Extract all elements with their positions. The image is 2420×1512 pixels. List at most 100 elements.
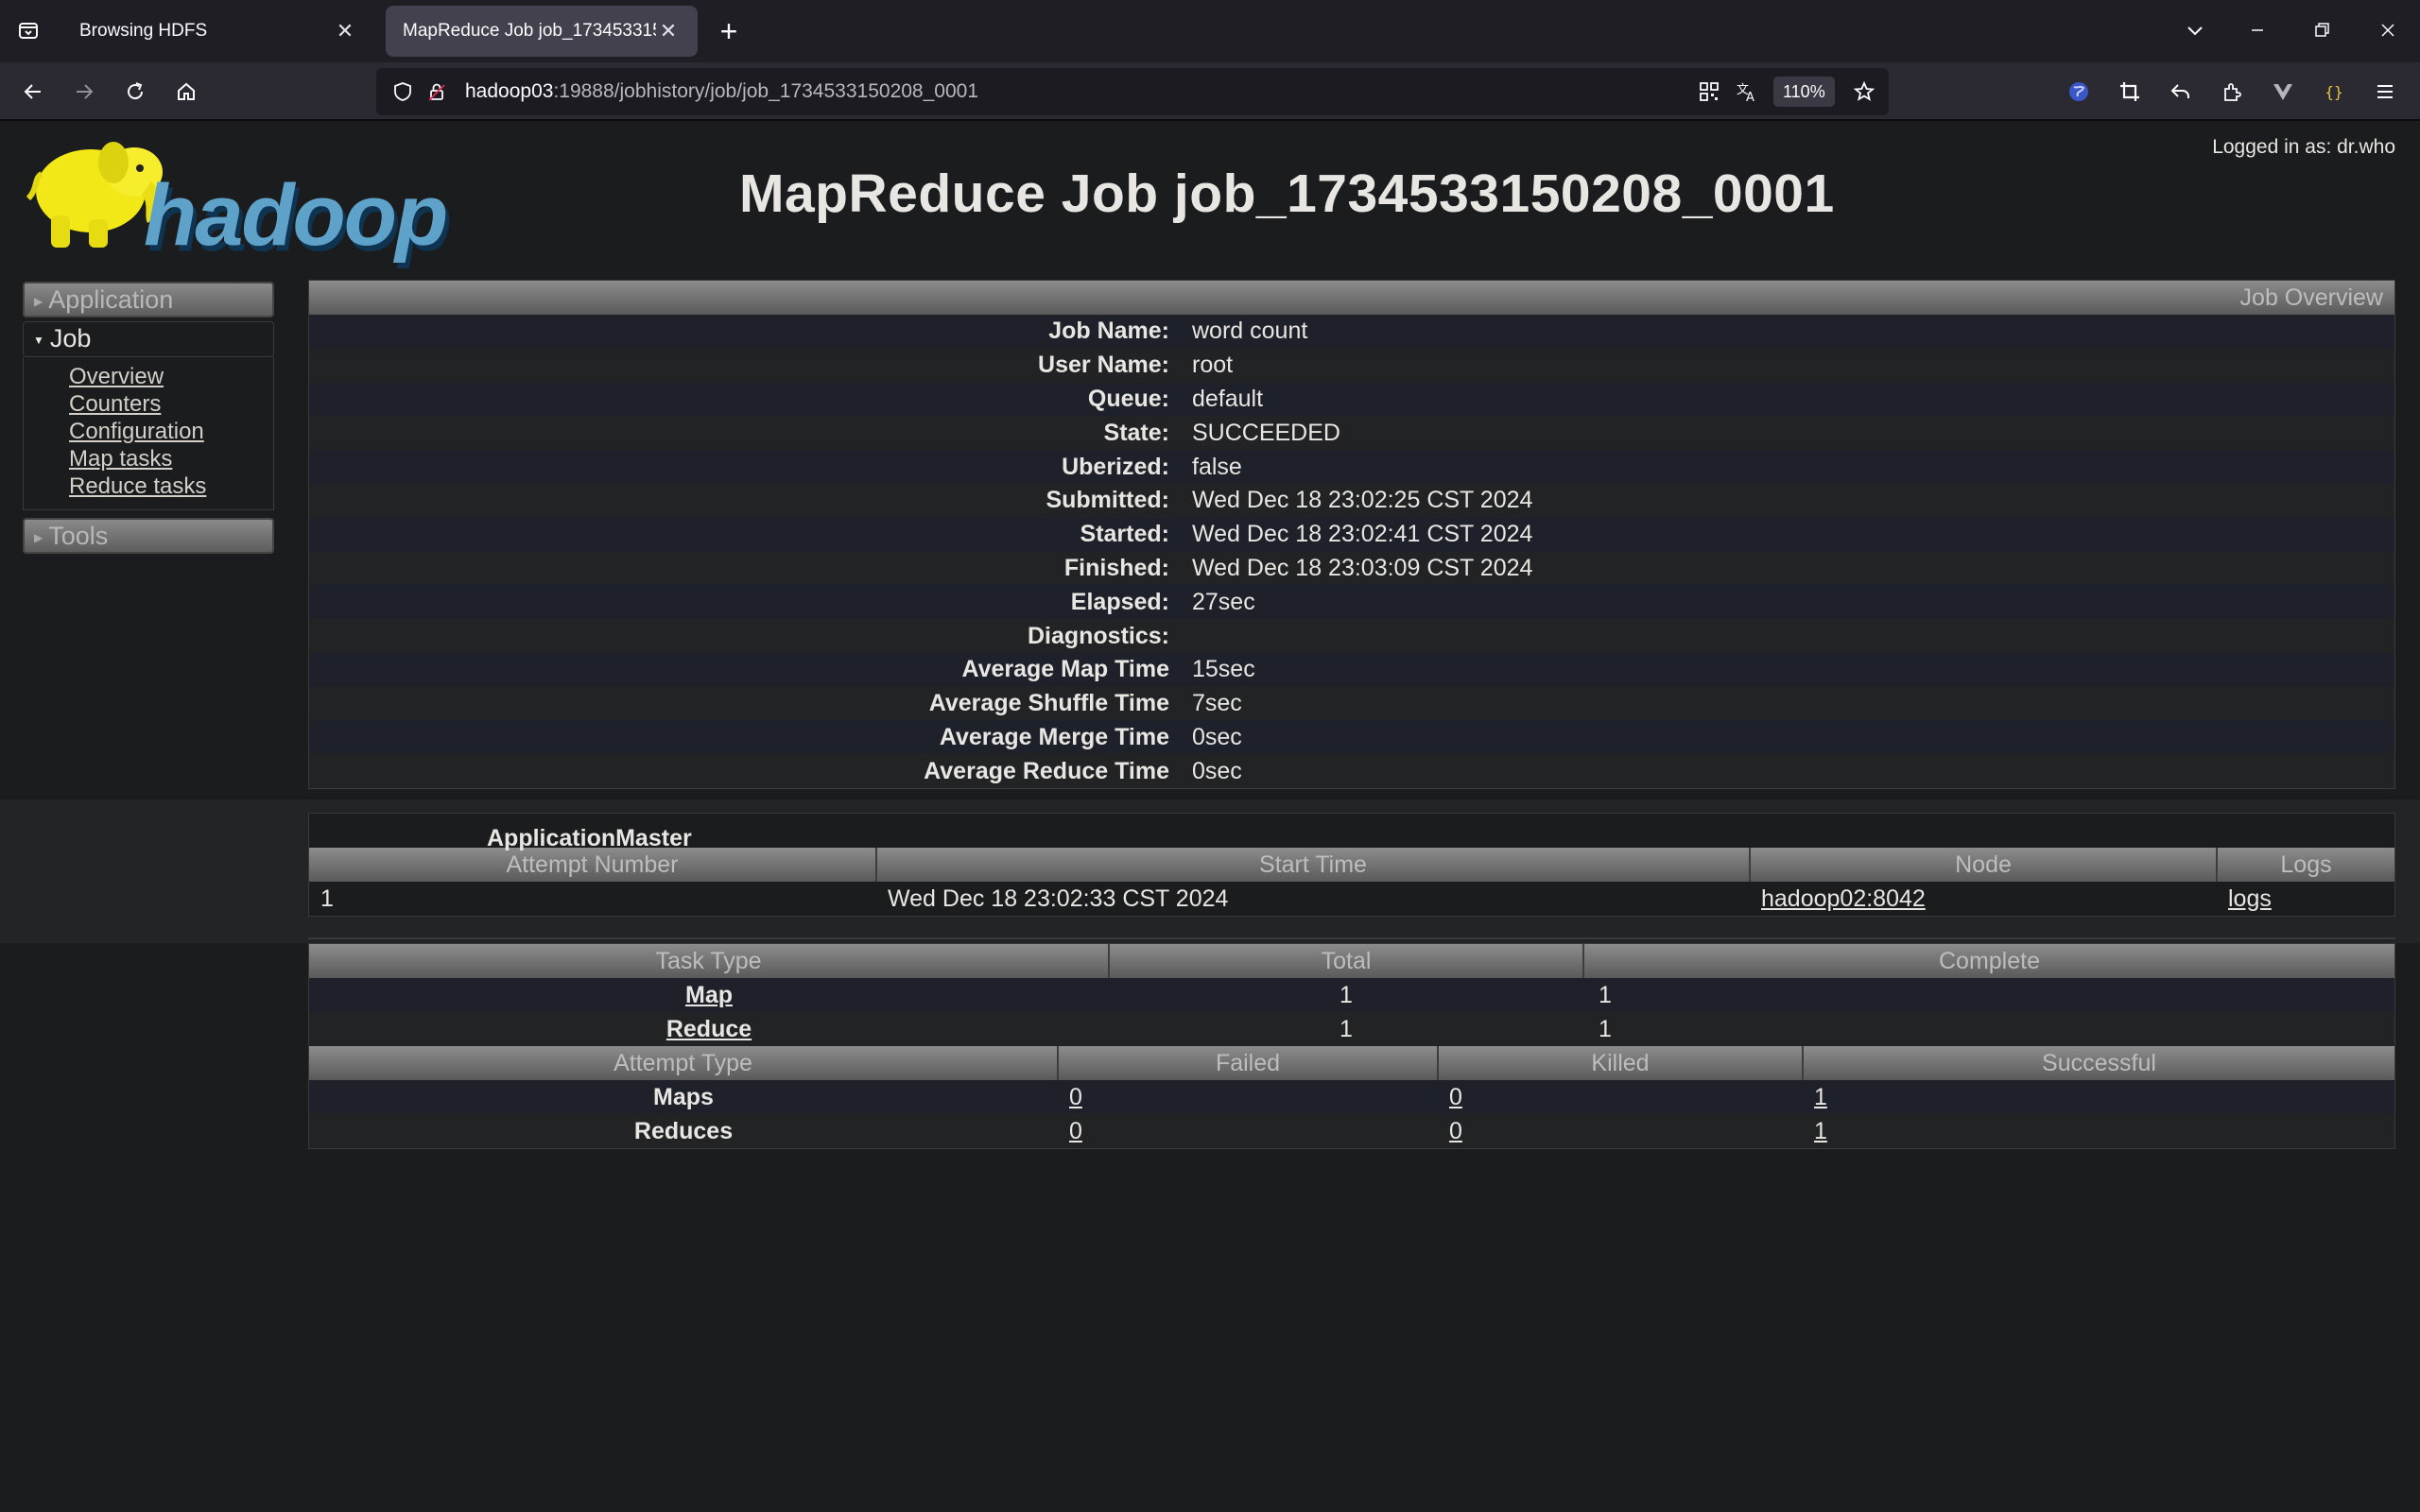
failed-cell: 0 [1058,1080,1438,1114]
node-link[interactable]: hadoop02:8042 [1761,885,1926,912]
translate-icon[interactable]: 文A [1732,77,1762,107]
overview-label: Job Name: [1048,318,1169,345]
map-tasks-link[interactable]: Map [685,982,733,1008]
close-tab-icon[interactable]: ✕ [656,19,681,43]
tab-title: MapReduce Job job_1734533150208_0001 [403,21,656,41]
tab-list-icon[interactable] [11,13,45,47]
url-text[interactable]: hadoop03:19888/jobhistory/job/job_173453… [465,80,978,103]
complete-cell: 1 [1583,1012,2394,1046]
sidebar-section-application[interactable]: ▶ Application [23,282,274,318]
sidebar-item-overview[interactable]: Overview [69,363,273,390]
triangle-down-icon: ▼ [33,333,44,347]
overview-label: Uberized: [1062,453,1169,480]
column-header-total[interactable]: Total [1109,944,1584,978]
column-header-complete[interactable]: Complete [1583,944,2394,978]
extension-globe-icon[interactable] [2059,72,2099,112]
overview-value: word count [1192,318,1308,345]
attempt-type-cell: Reduces [309,1114,1058,1148]
overview-row-avg-merge-time: Average Merge Time 0sec [309,720,2394,755]
overview-label: Average Reduce Time [924,757,1169,784]
total-cell: 1 [1109,978,1583,1012]
reload-icon[interactable] [115,72,155,112]
undo-icon[interactable] [2161,72,2201,112]
zoom-level-button[interactable]: 110% [1773,77,1835,107]
column-header-node[interactable]: Node [1750,848,2218,882]
maps-successful-link[interactable]: 1 [1814,1084,1827,1110]
column-header-attempt-type[interactable]: Attempt Type [309,1046,1059,1080]
job-overview-panel: Job Overview Job Name: word count User Na… [308,280,2395,790]
maps-killed-link[interactable]: 0 [1449,1084,1462,1110]
complete-cell: 1 [1583,978,2394,1012]
overview-value: 15sec [1192,656,1255,683]
reduces-killed-link[interactable]: 0 [1449,1118,1462,1144]
sidebar-section-label: Application [48,285,174,314]
sidebar-section-tools[interactable]: ▶ Tools [23,518,274,554]
reduce-tasks-link[interactable]: Reduce [666,1016,752,1042]
new-tab-icon[interactable]: + [711,13,747,49]
qr-code-icon[interactable] [1694,77,1724,107]
successful-cell: 1 [1803,1114,2394,1148]
column-header-attempt-number[interactable]: Attempt Number [309,848,877,882]
navigation-toolbar: hadoop03:19888/jobhistory/job/job_173453… [0,62,2420,121]
application-master-panel: ApplicationMaster Attempt Number Start T… [308,813,2395,917]
sidebar-item-map-tasks[interactable]: Map tasks [69,445,273,472]
overview-value: default [1192,385,1264,412]
tab-browsing-hdfs[interactable]: Browsing HDFS ✕ [62,6,374,57]
back-icon[interactable] [13,72,53,112]
hamburger-menu-icon[interactable] [2365,72,2405,112]
chevron-down-icon[interactable] [2176,11,2214,49]
column-header-logs[interactable]: Logs [2217,848,2394,882]
overview-value: 27sec [1192,588,1255,615]
sidebar-item-configuration[interactable]: Configuration [69,418,273,445]
minimize-icon[interactable] [2238,11,2276,49]
overview-row-avg-shuffle-time: Average Shuffle Time 7sec [309,686,2394,721]
overview-label: Average Map Time [961,656,1169,683]
table-row: Maps 0 0 1 [309,1080,2394,1114]
overview-row-elapsed: Elapsed: 27sec [309,585,2394,620]
sidebar-section-job[interactable]: ▼ Job [23,321,274,357]
extensions-icon[interactable] [2212,72,2252,112]
bookmark-star-icon[interactable] [1849,77,1879,107]
sidebar-item-reduce-tasks[interactable]: Reduce tasks [69,472,273,500]
node-cell: hadoop02:8042 [1750,882,2217,916]
column-header-start-time[interactable]: Start Time [876,848,1751,882]
restore-icon[interactable] [2303,11,2341,49]
close-tab-icon[interactable]: ✕ [333,19,357,43]
forward-icon[interactable] [64,72,104,112]
reduces-successful-link[interactable]: 1 [1814,1118,1827,1144]
crop-icon[interactable] [2110,72,2150,112]
task-type-cell: Reduce [309,1012,1109,1046]
maps-failed-link[interactable]: 0 [1069,1084,1082,1110]
lock-icon[interactable] [422,77,452,107]
overview-label: Queue: [1087,385,1169,412]
json-viewer-icon[interactable]: {} [2314,72,2354,112]
overview-row-finished: Finished: Wed Dec 18 23:03:09 CST 2024 [309,551,2394,586]
close-window-icon[interactable] [2369,11,2407,49]
reduces-failed-link[interactable]: 0 [1069,1118,1082,1144]
shield-icon[interactable] [388,77,418,107]
job-links: Overview Counters Configuration Map task… [23,357,274,510]
address-bar[interactable]: hadoop03:19888/jobhistory/job/job_173453… [376,68,1889,115]
overview-value: Wed Dec 18 23:03:09 CST 2024 [1192,554,1533,581]
overview-row-queue: Queue: default [309,382,2394,417]
hadoop-logo[interactable]: hadoop hadoop [23,132,495,274]
home-icon[interactable] [166,72,206,112]
triangle-right-icon: ▶ [34,530,43,544]
overview-label: Started: [1080,521,1169,548]
logs-link[interactable]: logs [2228,885,2272,912]
vue-devtools-icon[interactable] [2263,72,2303,112]
sidebar-tools-section: ▶ Tools [23,518,274,554]
overview-row-user-name: User Name: root [309,348,2394,383]
overview-row-avg-reduce-time: Average Reduce Time 0sec [309,754,2394,789]
tab-mapreduce-job[interactable]: MapReduce Job job_1734533150208_0001 ✕ [386,6,698,57]
column-header-killed[interactable]: Killed [1438,1046,1804,1080]
column-header-failed[interactable]: Failed [1058,1046,1439,1080]
overview-label: Finished: [1063,554,1169,581]
sidebar-navigation: ▶ Application [23,282,274,318]
sidebar-section-label: Tools [48,522,109,550]
overview-value: 7sec [1192,690,1242,717]
tab-title: Browsing HDFS [79,21,208,41]
sidebar-item-counters[interactable]: Counters [69,390,273,418]
column-header-successful[interactable]: Successful [1803,1046,2394,1080]
column-header-task-type[interactable]: Task Type [309,944,1110,978]
